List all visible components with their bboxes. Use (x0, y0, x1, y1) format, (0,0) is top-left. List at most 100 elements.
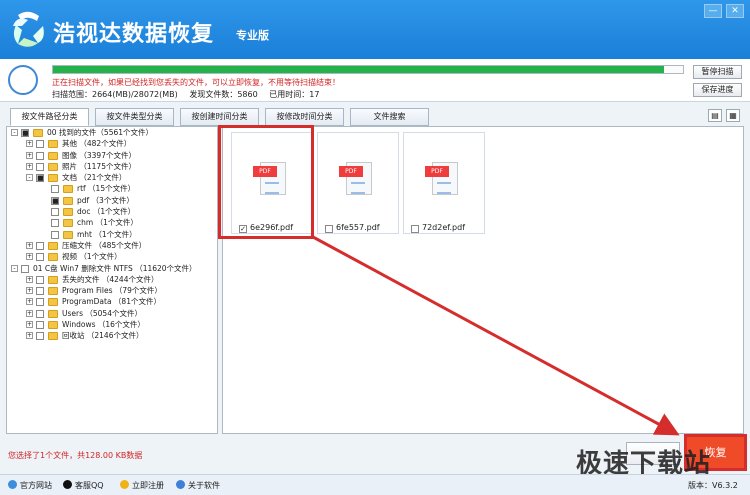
about-link[interactable]: 关于软件 (176, 480, 220, 491)
grid-view-icon[interactable]: ▦ (726, 109, 740, 122)
tree-row[interactable]: - ■ 00 找到的文件（5561个文件） (7, 127, 217, 138)
tree-row[interactable]: + Users （5054个文件） (7, 308, 217, 319)
collapse-icon[interactable]: - (11, 129, 18, 136)
folder-icon (48, 309, 58, 318)
tree-checkbox[interactable] (51, 230, 59, 239)
folder-icon (48, 241, 58, 250)
folder-icon (48, 332, 58, 341)
tree-label: 文档 （21个文件） (62, 173, 127, 183)
expand-icon[interactable]: + (26, 241, 33, 249)
tree-label: 视频 （1个文件） (62, 252, 122, 262)
file-checkbox[interactable] (325, 225, 333, 233)
tab-path[interactable]: 按文件路径分类 (10, 108, 89, 126)
pause-scan-button[interactable]: 暂停扫描 (693, 65, 742, 79)
tree-row[interactable]: + Program Files （79个文件） (7, 285, 217, 296)
tree-checkbox[interactable] (36, 298, 44, 307)
tab-type[interactable]: 按文件类型分类 (95, 108, 174, 126)
close-button[interactable]: ✕ (726, 4, 744, 18)
tree-row[interactable]: + 回收站 （2146个文件） (7, 330, 217, 341)
tree-label: doc （1个文件） (77, 207, 136, 217)
expand-icon[interactable]: + (26, 332, 33, 340)
tree-label: 照片 （1175个文件） (62, 161, 136, 171)
expand-icon[interactable]: + (26, 162, 33, 170)
tree-checkbox[interactable] (36, 309, 44, 318)
file-card[interactable]: PDF 72d2ef.pdf (403, 132, 485, 234)
tree-checkbox[interactable] (36, 275, 44, 284)
expand-icon[interactable]: + (26, 321, 33, 329)
tree-checkbox[interactable]: ■ (36, 174, 44, 183)
tree-checkbox[interactable] (51, 219, 59, 228)
qq-link[interactable]: 客服QQ (63, 480, 104, 491)
tree-checkbox[interactable] (36, 241, 44, 250)
collapse-icon[interactable]: - (26, 174, 33, 182)
scan-metadata: 扫描范围：2664(MB)/28072(MB) 发现文件数：5860 已用时间：… (52, 89, 328, 100)
scan-progress-fill (53, 66, 665, 73)
tree-checkbox[interactable] (36, 332, 44, 341)
scan-progress-bar (52, 65, 684, 74)
folder-icon (63, 219, 73, 228)
tree-row[interactable]: + Windows （16个文件） (7, 319, 217, 330)
tree-checkbox[interactable] (21, 264, 29, 273)
tree-row[interactable]: - ■ 文档 （21个文件） (7, 172, 217, 183)
selection-summary: 您选择了1个文件，共128.00 KB数据 (8, 451, 143, 460)
tab-modified[interactable]: 按修改时间分类 (265, 108, 344, 126)
tree-row[interactable]: + ProgramData （81个文件） (7, 296, 217, 307)
tree-row[interactable]: doc （1个文件） (7, 206, 217, 217)
tree-row[interactable]: - 01 C盘 Win7 删除文件 NTFS （11620个文件） (7, 263, 217, 274)
tree-checkbox[interactable] (36, 162, 44, 171)
expand-icon[interactable]: + (26, 140, 33, 148)
tree-checkbox[interactable] (36, 151, 44, 160)
tree-label: rtf （15个文件） (77, 184, 136, 194)
app-title: 浩视达数据恢复 (53, 22, 215, 47)
tree-row[interactable]: + 照片 （1175个文件） (7, 161, 217, 172)
file-card[interactable]: PDF 6fe557.pdf (317, 132, 399, 234)
tree-checkbox[interactable] (36, 321, 44, 330)
website-link[interactable]: 官方网站 (8, 480, 52, 491)
view-toggle: ▤ ▦ (708, 109, 740, 122)
tab-search[interactable]: 文件搜索 (350, 108, 429, 126)
expand-icon[interactable]: + (26, 253, 33, 261)
tree-checkbox[interactable] (36, 140, 44, 149)
tree-checkbox[interactable]: ■ (51, 196, 59, 205)
tree-row[interactable]: chm （1个文件） (7, 217, 217, 228)
tree-label: 其他 （482个文件） (62, 139, 132, 149)
tree-row[interactable]: mht （1个文件） (7, 229, 217, 240)
expand-icon[interactable]: + (26, 275, 33, 283)
website-label: 官方网站 (20, 481, 52, 490)
category-tabs: 按文件路径分类 按文件类型分类 按创建时间分类 按修改时间分类 文件搜索 (10, 108, 429, 126)
tree-label: ProgramData （81个文件） (62, 297, 161, 307)
tree-row[interactable]: + 压缩文件 （485个文件） (7, 240, 217, 251)
folder-icon (48, 298, 58, 307)
tree-label: 图像 （3397个文件） (62, 150, 136, 160)
qq-icon (63, 480, 72, 489)
version-label: 版本：V6.3.2 (688, 481, 738, 490)
tab-created[interactable]: 按创建时间分类 (180, 108, 259, 126)
save-progress-button[interactable]: 保存进度 (693, 83, 742, 97)
tree-checkbox[interactable] (36, 253, 44, 262)
list-view-icon[interactable]: ▤ (708, 109, 722, 122)
expand-icon[interactable]: + (26, 287, 33, 295)
tree-checkbox[interactable]: ■ (21, 129, 29, 137)
tree-row[interactable]: + 视频 （1个文件） (7, 251, 217, 262)
folder-icon (48, 151, 58, 160)
tree-row[interactable]: + 其他 （482个文件） (7, 138, 217, 149)
expand-icon[interactable]: + (26, 298, 33, 306)
tree-row[interactable]: rtf （15个文件） (7, 183, 217, 194)
file-checkbox[interactable] (411, 225, 419, 233)
key-icon (120, 480, 129, 489)
register-link[interactable]: 立即注册 (120, 480, 164, 491)
expand-icon[interactable]: + (26, 151, 33, 159)
tree-checkbox[interactable] (51, 208, 59, 217)
tree-label: mht （1个文件） (77, 229, 137, 239)
folder-icon (48, 321, 58, 330)
tree-checkbox[interactable] (36, 287, 44, 296)
tree-checkbox[interactable] (51, 185, 59, 194)
folder-tree: - ■ 00 找到的文件（5561个文件） + 其他 （482个文件） + 图像 （3397… (6, 126, 218, 434)
tree-row[interactable]: ■ pdf （3个文件） (7, 195, 217, 206)
expand-icon[interactable]: + (26, 309, 33, 317)
folder-icon (63, 230, 73, 239)
tree-row[interactable]: + 图像 （3397个文件） (7, 150, 217, 161)
tree-row[interactable]: + 丢失的文件 （4244个文件） (7, 274, 217, 285)
minimize-button[interactable]: — (704, 4, 722, 18)
collapse-icon[interactable]: - (11, 264, 18, 272)
